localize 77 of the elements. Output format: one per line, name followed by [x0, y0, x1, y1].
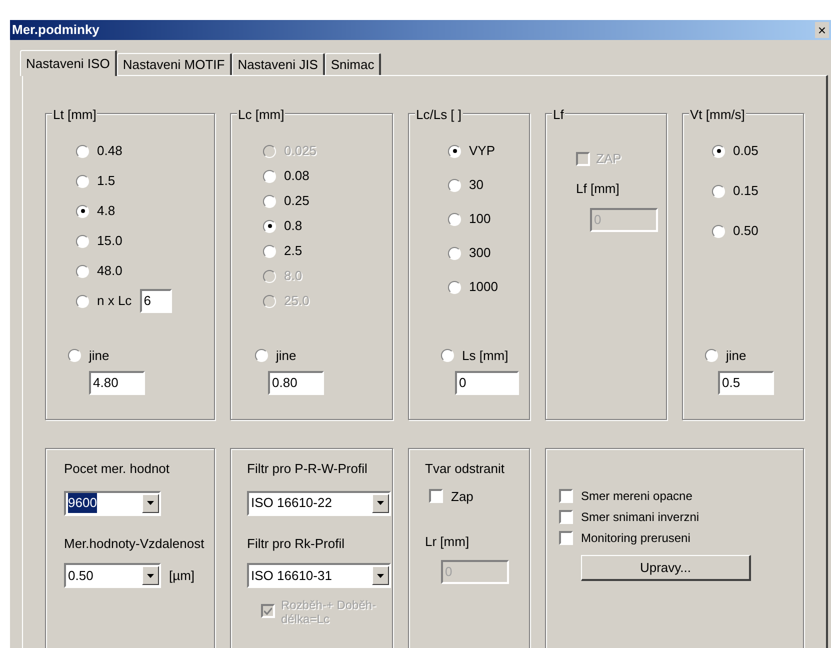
- option-label: jine: [89, 346, 110, 365]
- radio-button[interactable]: [705, 348, 718, 362]
- option-label: 15.0: [97, 232, 122, 250]
- option-label: 48.0: [97, 262, 122, 280]
- window-title: Mer.podminky: [12, 21, 100, 40]
- radio-button[interactable]: [76, 234, 89, 248]
- radio-button[interactable]: [712, 144, 725, 158]
- radio-button[interactable]: [76, 144, 89, 158]
- checkbox-label: Zap: [451, 488, 474, 506]
- close-button[interactable]: ×: [815, 22, 829, 38]
- radio-button[interactable]: [68, 348, 81, 362]
- checkmark-icon: [264, 607, 272, 615]
- checkbox[interactable]: [559, 510, 573, 524]
- option-label: 0.50: [733, 222, 758, 240]
- input-field[interactable]: 0.80: [268, 371, 324, 395]
- option-label: n x Lc: [97, 292, 132, 310]
- radio-button[interactable]: [263, 170, 276, 182]
- option-label: 1.5: [97, 172, 116, 190]
- radio-button[interactable]: [76, 204, 89, 218]
- option-label: 100: [469, 210, 491, 228]
- radio-button[interactable]: [76, 294, 89, 308]
- option-label: 4.8: [97, 202, 116, 220]
- radio-button[interactable]: [448, 178, 461, 192]
- radio-button[interactable]: [255, 348, 268, 362]
- radio-button[interactable]: [76, 264, 89, 278]
- option-label: jine: [726, 346, 746, 365]
- dropdown[interactable]: 0.50: [64, 563, 161, 588]
- option-label: 2.5: [284, 242, 302, 260]
- option-label: 0.8: [284, 217, 302, 236]
- option-label: 0.15: [733, 182, 758, 200]
- radio-button[interactable]: [448, 246, 461, 260]
- radio-button[interactable]: [712, 224, 725, 238]
- checkbox[interactable]: [559, 531, 573, 545]
- tab[interactable]: Nastaveni JIS: [232, 53, 325, 75]
- radio-button[interactable]: [441, 348, 454, 362]
- input-field[interactable]: 0: [455, 371, 519, 395]
- checkbox-label: Monitoring preruseni: [581, 530, 690, 547]
- option-label: 0.48: [97, 142, 122, 160]
- field-label: Lr [mm]: [425, 533, 470, 551]
- input-field[interactable]: 6: [140, 289, 172, 313]
- input-field[interactable]: 0.5: [718, 371, 774, 395]
- checkbox[interactable]: [559, 489, 573, 503]
- option-label: 30: [469, 176, 484, 194]
- radio-button[interactable]: [263, 220, 276, 232]
- field-label: Pocet mer. hodnot: [64, 460, 171, 478]
- unit-label: [µm]: [169, 566, 195, 585]
- option-label: Ls [mm]: [462, 346, 508, 365]
- checkbox-label: Smer mereni opacne: [581, 488, 692, 505]
- option-label: 0.08: [284, 167, 310, 186]
- option-label: 0.25: [284, 192, 310, 210]
- field-label: Lf [mm]: [576, 180, 620, 198]
- option-label: VYP: [469, 142, 496, 160]
- radio-button[interactable]: [76, 174, 89, 188]
- radio-button[interactable]: [712, 184, 725, 198]
- field-label: Tvar odstranit: [425, 460, 506, 478]
- option-label: 1000: [469, 278, 498, 296]
- radio-button[interactable]: [448, 280, 461, 294]
- option-label: jine: [276, 346, 296, 365]
- tab[interactable]: Nastaveni ISO: [20, 50, 117, 76]
- input-field[interactable]: 4.80: [89, 371, 145, 395]
- radio-button[interactable]: [263, 194, 276, 208]
- radio-button[interactable]: [263, 244, 276, 258]
- option-label: 0.05: [733, 142, 758, 160]
- field-label: Filtr pro P-R-W-Profil: [247, 460, 368, 478]
- option-label: 300: [469, 244, 491, 262]
- tab[interactable]: Snimac: [324, 53, 382, 75]
- edit-button[interactable]: Upravy...: [581, 555, 751, 581]
- dropdown[interactable]: ISO 16610-22: [247, 490, 391, 516]
- field-label: Filtr pro Rk-Profil: [247, 534, 346, 553]
- checkbox[interactable]: [429, 489, 443, 504]
- tab[interactable]: Nastaveni MOTIF: [116, 53, 232, 75]
- radio-button[interactable]: [448, 144, 461, 158]
- checkbox-label: Smer snimani inverzni: [581, 509, 700, 526]
- dropdown[interactable]: ISO 16610-31: [247, 563, 391, 588]
- radio-button[interactable]: [448, 212, 461, 226]
- field-label: Mer.hodnoty-Vzdalenost: [64, 534, 206, 553]
- dropdown[interactable]: 9600: [64, 490, 161, 516]
